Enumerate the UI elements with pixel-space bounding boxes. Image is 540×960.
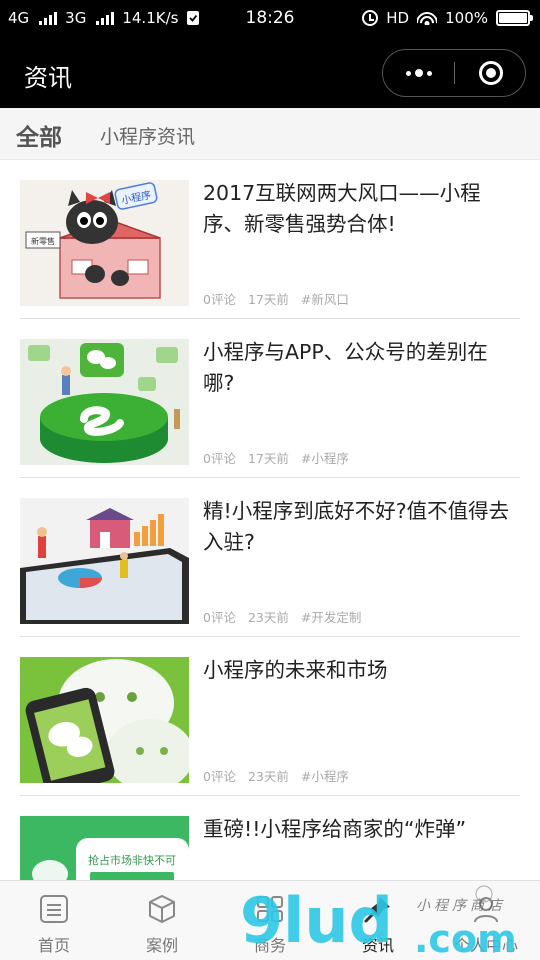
article-list: 小程序 新零售 2017互联网两大风口——小程序、新零售强势合体! 0评论 17天… [0,160,540,880]
article-item[interactable]: 抢占市场非快不可 重磅!!小程序给商家的“炸弹” [20,796,520,880]
article-item[interactable]: 精!小程序到底好不好?值不值得去入驻? 0评论 23天前 #开发定制 [20,478,520,637]
article-item[interactable]: 小程序与APP、公众号的差别在哪? 0评论 17天前 #小程序 [20,319,520,478]
post-time: 17天前 [247,451,289,466]
tab-cases[interactable]: 案例 [108,881,216,960]
tab-news[interactable]: 资讯 [324,881,432,960]
tab-label: 案例 [145,936,178,955]
status-right: HD 100% [362,9,533,27]
more-button[interactable] [383,50,455,96]
article-thumbnail [20,498,189,624]
tab-business[interactable]: 商务 [216,881,324,960]
comment-count: 0评论 [203,451,236,466]
tab-label: 商务 [253,936,286,955]
article-thumbnail: 小程序 新零售 [20,180,189,306]
comment-count: 0评论 [203,610,236,625]
close-button[interactable] [455,50,527,96]
article-item[interactable]: 小程序的未来和市场 0评论 23天前 #小程序 [20,637,520,796]
article-meta: 0评论 23天前 #小程序 [203,766,361,785]
alarm-icon [362,10,379,26]
comment-count: 0评论 [203,769,236,784]
article-meta: 0评论 17天前 #小程序 [203,448,361,467]
battery-percent: 100% [445,9,488,27]
person-icon [474,897,498,923]
article-tag[interactable]: #小程序 [301,769,349,784]
thumb-slogan-text: 抢占市场非快不可 [88,853,176,867]
pin-icon [364,897,390,923]
tab-label: 个人中心 [453,936,518,955]
article-tag[interactable]: #新风口 [301,292,349,307]
hd-label: HD [386,9,410,27]
post-time: 23天前 [247,769,289,784]
article-title[interactable]: 小程序与APP、公众号的差别在哪? [203,337,518,399]
bottom-tab-bar: 首页 案例 商务 资讯 个人中心 [0,880,540,960]
article-title[interactable]: 2017互联网两大风口——小程序、新零售强势合体! [203,178,518,240]
article-title[interactable]: 精!小程序到底好不好?值不值得去入驻? [203,496,518,558]
article-tag[interactable]: #小程序 [301,451,349,466]
more-dot-icon [415,69,423,77]
category-tabs: 全部 小程序资讯 [0,108,540,160]
battery-icon [496,10,533,26]
tab-all[interactable]: 全部 [16,118,62,152]
more-dot-icon [406,70,411,76]
article-title[interactable]: 重磅!!小程序给商家的“炸弹” [203,814,518,845]
grid-icon [257,896,283,922]
page-title: 资讯 [24,64,72,92]
article-item[interactable]: 小程序 新零售 2017互联网两大风口——小程序、新零售强势合体! 0评论 17天… [20,160,520,319]
tab-profile[interactable]: 个人中心 [432,881,540,960]
article-thumbnail: 抢占市场非快不可 [20,816,189,880]
home-icon [40,895,68,923]
article-meta: 0评论 23天前 #开发定制 [203,607,373,626]
status-bar: 4G 3G 14.1K/s 18:26 HD 100% [0,0,540,38]
close-target-icon [479,61,503,85]
tab-home[interactable]: 首页 [0,881,108,960]
tab-label: 资讯 [361,936,394,955]
cube-icon [149,895,175,923]
article-thumbnail [20,339,189,465]
article-tag[interactable]: #开发定制 [301,610,361,625]
article-thumbnail [20,657,189,783]
post-time: 23天前 [247,610,289,625]
thumb-sign-text: 新零售 [31,236,55,246]
nav-bar: 资讯 [0,38,540,108]
tab-mini-program-news[interactable]: 小程序资讯 [100,122,195,149]
more-dot-icon [427,70,432,76]
article-title[interactable]: 小程序的未来和市场 [203,655,518,686]
article-meta: 0评论 17天前 #新风口 [203,289,361,308]
comment-count: 0评论 [203,292,236,307]
wifi-icon [417,11,438,25]
post-time: 17天前 [247,292,289,307]
tab-label: 首页 [37,936,70,955]
mini-program-capsule [382,49,526,97]
